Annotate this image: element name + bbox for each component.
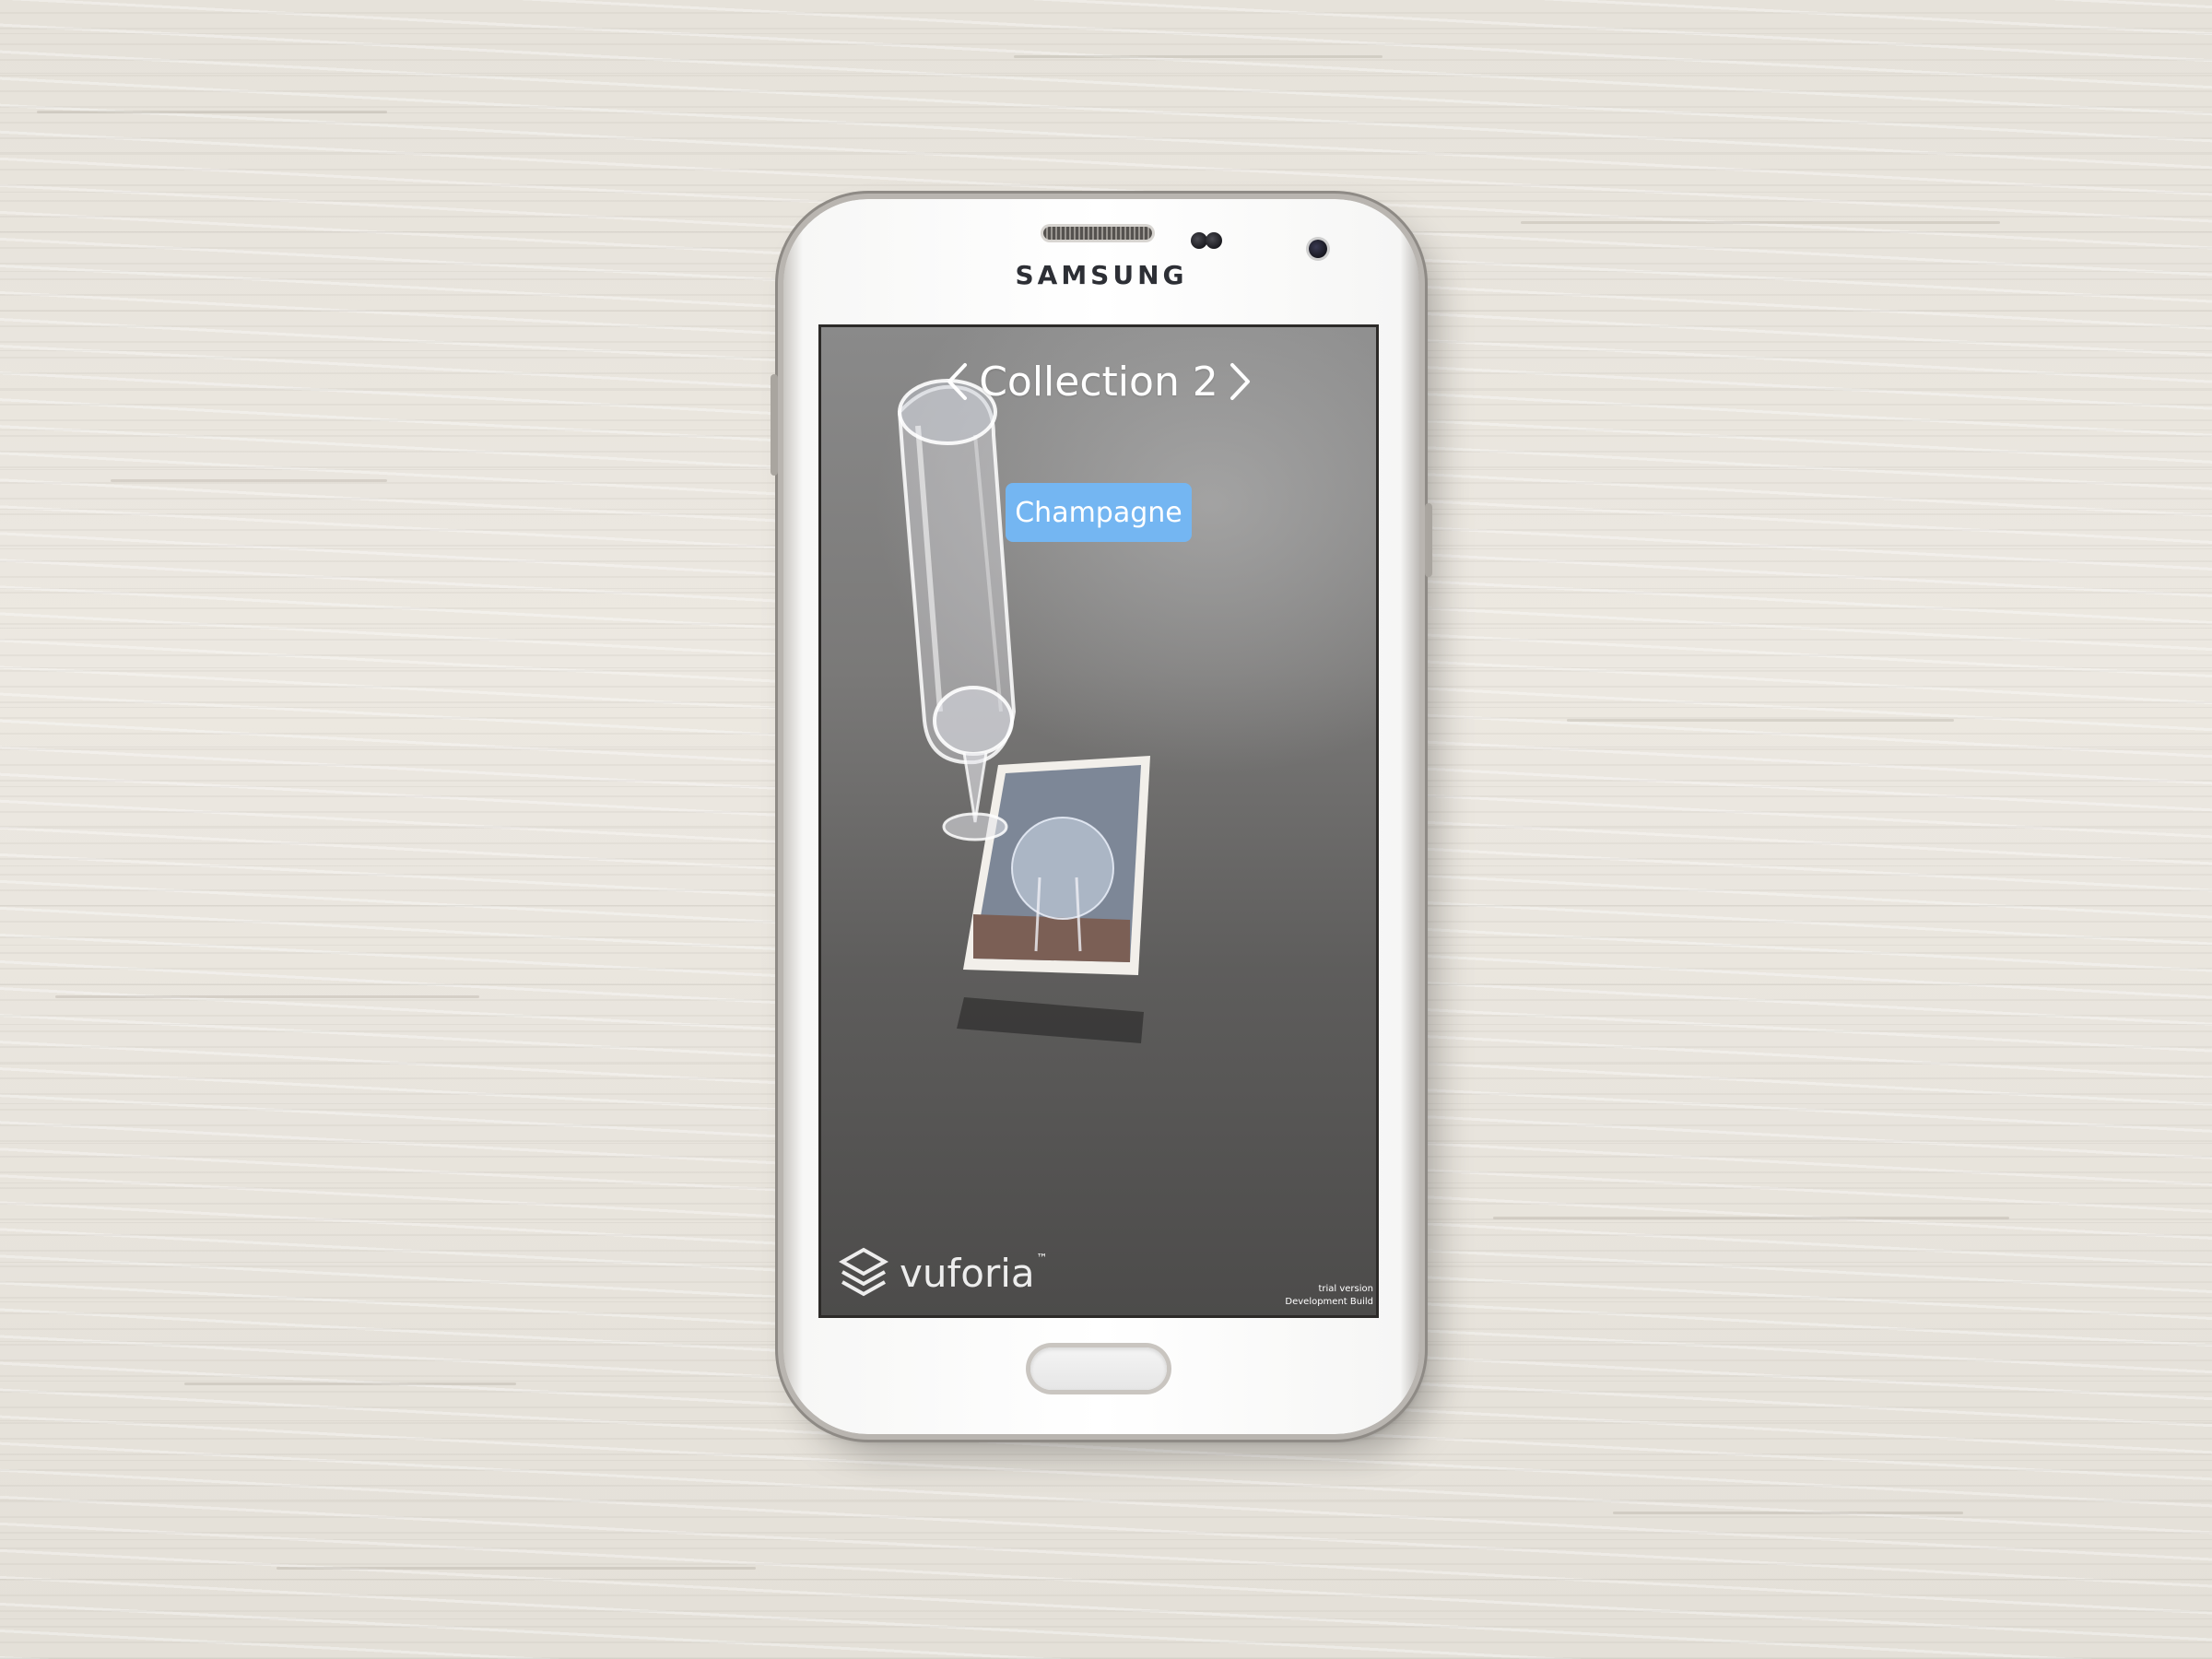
trial-version-label: trial version bbox=[1318, 1284, 1373, 1294]
build-info: trial version Development Build bbox=[1285, 1283, 1373, 1309]
wood-grain bbox=[184, 1382, 516, 1385]
wood-grain bbox=[55, 995, 479, 998]
photo-table-area bbox=[973, 914, 1130, 962]
volume-button[interactable] bbox=[771, 374, 778, 476]
wood-grain bbox=[1014, 55, 1382, 58]
collection-title: Collection 2 bbox=[979, 358, 1218, 406]
vuforia-watermark: vuforia ™ bbox=[839, 1246, 1048, 1300]
light-sensor bbox=[1206, 232, 1222, 249]
photo-glass-bowl bbox=[1011, 817, 1114, 920]
trademark-symbol: ™ bbox=[1036, 1252, 1048, 1265]
ar-champagne-glass bbox=[897, 379, 1017, 841]
chevron-right-icon[interactable] bbox=[1222, 357, 1259, 406]
app-screen[interactable]: Collection 2 Champagne vuforia ™ trial ve… bbox=[818, 324, 1379, 1318]
earpiece-speaker bbox=[1043, 227, 1152, 240]
wood-grain bbox=[1493, 1217, 2009, 1219]
wood-grain bbox=[111, 479, 387, 482]
wood-grain bbox=[276, 1567, 756, 1570]
desk-background: { "device": { "brand": "SAMSUNG", "body_… bbox=[0, 0, 2212, 1659]
wood-grain bbox=[1567, 719, 1954, 722]
collection-nav: Collection 2 bbox=[818, 354, 1379, 409]
vuforia-logo-icon bbox=[839, 1247, 888, 1297]
brand-logo: SAMSUNG bbox=[1015, 260, 1188, 290]
power-button[interactable] bbox=[1425, 503, 1432, 577]
target-card-shadow bbox=[957, 997, 1144, 1043]
champagne-button[interactable]: Champagne bbox=[1006, 483, 1192, 542]
ar-camera-view bbox=[897, 379, 1150, 1043]
front-camera bbox=[1309, 240, 1327, 258]
smartphone: SAMSUNG Collection 2 Champagne vuforia ™… bbox=[771, 199, 1432, 1434]
home-button[interactable] bbox=[1030, 1347, 1167, 1390]
chevron-left-icon[interactable] bbox=[938, 357, 975, 406]
wood-grain bbox=[1613, 1512, 1963, 1514]
wood-grain bbox=[1521, 221, 2000, 224]
vuforia-logo-text: vuforia bbox=[900, 1250, 1035, 1296]
development-build-label: Development Build bbox=[1285, 1297, 1373, 1307]
wood-grain bbox=[37, 111, 387, 113]
